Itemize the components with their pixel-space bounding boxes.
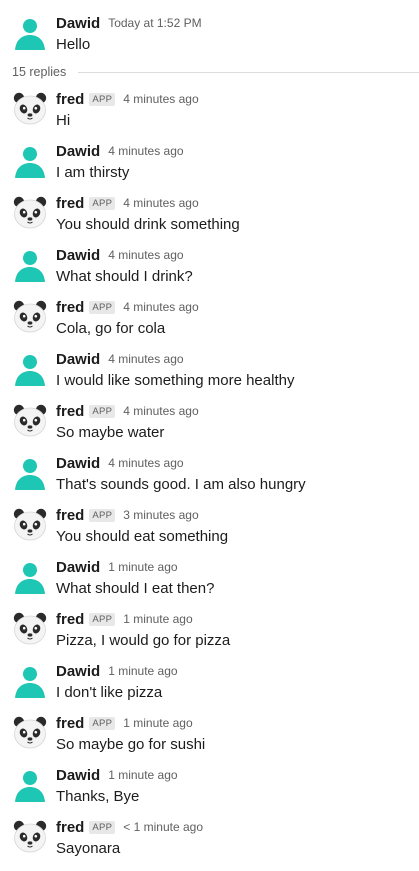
app-badge: APP	[89, 300, 116, 314]
message-header: Dawid 1 minute ago	[56, 557, 178, 577]
message-timestamp[interactable]: 4 minutes ago	[123, 404, 198, 418]
app-badge: APP	[89, 612, 116, 626]
reply-message: fred APP 4 minutes ago So maybe water	[0, 388, 419, 441]
reply-message: fred APP 3 minutes ago You should eat somet…	[0, 492, 419, 545]
message-timestamp[interactable]: 4 minutes ago	[108, 248, 183, 262]
message-timestamp[interactable]: 3 minutes ago	[123, 508, 198, 522]
user-avatar-icon[interactable]	[12, 246, 48, 282]
reply-message: Dawid 1 minute ago What should I eat then?	[0, 544, 419, 597]
app-badge: APP	[89, 196, 116, 210]
message-timestamp[interactable]: 4 minutes ago	[123, 300, 198, 314]
message-header: fred APP 4 minutes ago	[56, 297, 199, 317]
reply-message: Dawid 1 minute ago I don't like pizza	[0, 648, 419, 701]
author-name[interactable]: fred	[56, 507, 84, 524]
reply-message: fred APP 4 minutes ago Cola, go for cola	[0, 284, 419, 337]
reply-message: fred APP 1 minute ago Pizza, I would go for…	[0, 596, 419, 649]
message-header: Dawid 4 minutes ago	[56, 141, 184, 161]
thread-view: Dawid Today at 1:52 PM Hello 15 replies …	[0, 0, 419, 871]
panda-avatar-icon[interactable]	[12, 194, 48, 230]
divider-line	[78, 71, 419, 73]
message-timestamp[interactable]: 1 minute ago	[123, 716, 192, 730]
reply-message: Dawid 4 minutes ago I would like something…	[0, 336, 419, 389]
author-name[interactable]: Dawid	[56, 455, 100, 472]
reply-message: fred APP 1 minute ago So maybe go for sushi	[0, 700, 419, 753]
message-timestamp[interactable]: 4 minutes ago	[108, 352, 183, 366]
message-header: fred APP 4 minutes ago	[56, 401, 199, 421]
app-badge: APP	[89, 404, 116, 418]
message-timestamp[interactable]: 4 minutes ago	[108, 456, 183, 470]
message-timestamp[interactable]: 1 minute ago	[108, 560, 177, 574]
app-badge: APP	[89, 508, 116, 522]
user-avatar-icon[interactable]	[12, 142, 48, 178]
app-badge: APP	[89, 716, 116, 730]
panda-avatar-icon[interactable]	[12, 818, 48, 854]
reply-message: Dawid 1 minute ago Thanks, Bye	[0, 752, 419, 805]
message-header: Dawid 1 minute ago	[56, 661, 178, 681]
author-name[interactable]: Dawid	[56, 663, 100, 680]
message-timestamp[interactable]: 1 minute ago	[123, 612, 192, 626]
reply-message: Dawid 4 minutes ago I am thirsty	[0, 128, 419, 181]
panda-avatar-icon[interactable]	[12, 506, 48, 542]
root-message: Dawid Today at 1:52 PM Hello	[0, 0, 419, 53]
message-header: Dawid Today at 1:52 PM	[56, 13, 202, 33]
author-name[interactable]: Dawid	[56, 15, 100, 32]
user-avatar-icon[interactable]	[12, 766, 48, 802]
message-timestamp[interactable]: < 1 minute ago	[123, 820, 203, 834]
reply-message: Dawid 4 minutes ago That's sounds good. I …	[0, 440, 419, 493]
author-name[interactable]: fred	[56, 91, 84, 108]
panda-avatar-icon[interactable]	[12, 610, 48, 646]
user-avatar-icon[interactable]	[12, 14, 48, 50]
reply-message: Dawid 4 minutes ago What should I drink?	[0, 232, 419, 285]
message-timestamp[interactable]: 1 minute ago	[108, 664, 177, 678]
message-timestamp[interactable]: 4 minutes ago	[108, 144, 183, 158]
author-name[interactable]: fred	[56, 715, 84, 732]
panda-avatar-icon[interactable]	[12, 298, 48, 334]
user-avatar-icon[interactable]	[12, 662, 48, 698]
message-timestamp[interactable]: 4 minutes ago	[123, 92, 198, 106]
author-name[interactable]: fred	[56, 819, 84, 836]
panda-avatar-icon[interactable]	[12, 714, 48, 750]
message-timestamp[interactable]: Today at 1:52 PM	[108, 16, 201, 30]
author-name[interactable]: fred	[56, 403, 84, 420]
message-timestamp[interactable]: 4 minutes ago	[123, 196, 198, 210]
author-name[interactable]: Dawid	[56, 767, 100, 784]
message-header: Dawid 1 minute ago	[56, 765, 178, 785]
author-name[interactable]: fred	[56, 299, 84, 316]
author-name[interactable]: fred	[56, 611, 84, 628]
author-name[interactable]: Dawid	[56, 559, 100, 576]
message-header: fred APP 4 minutes ago	[56, 193, 199, 213]
message-header: Dawid 4 minutes ago	[56, 245, 184, 265]
message-timestamp[interactable]: 1 minute ago	[108, 768, 177, 782]
message-text: Hello	[56, 36, 91, 53]
message-text: Sayonara	[56, 840, 121, 857]
message-header: fred APP 4 minutes ago	[56, 89, 199, 109]
author-name[interactable]: Dawid	[56, 351, 100, 368]
user-avatar-icon[interactable]	[12, 454, 48, 490]
reply-message: fred APP < 1 minute ago Sayonara	[0, 804, 419, 857]
panda-avatar-icon[interactable]	[12, 402, 48, 438]
author-name[interactable]: Dawid	[56, 143, 100, 160]
app-badge: APP	[89, 820, 116, 834]
message-header: fred APP 1 minute ago	[56, 713, 193, 733]
reply-message: fred APP 4 minutes ago Hi	[0, 76, 419, 129]
user-avatar-icon[interactable]	[12, 350, 48, 386]
message-header: Dawid 4 minutes ago	[56, 349, 184, 369]
app-badge: APP	[89, 92, 116, 106]
author-name[interactable]: Dawid	[56, 247, 100, 264]
message-header: Dawid 4 minutes ago	[56, 453, 184, 473]
reply-message: fred APP 4 minutes ago You should drink som…	[0, 180, 419, 233]
user-avatar-icon[interactable]	[12, 558, 48, 594]
message-header: fred APP < 1 minute ago	[56, 817, 203, 837]
message-header: fred APP 1 minute ago	[56, 609, 193, 629]
panda-avatar-icon[interactable]	[12, 90, 48, 126]
message-header: fred APP 3 minutes ago	[56, 505, 199, 525]
author-name[interactable]: fred	[56, 195, 84, 212]
